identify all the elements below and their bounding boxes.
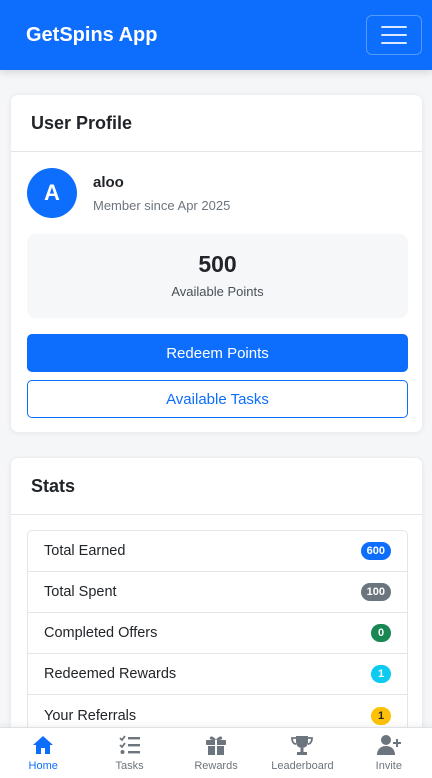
- tasks-icon: [118, 735, 140, 754]
- app-title[interactable]: GetSpins App: [26, 24, 157, 47]
- profile-card-title: User Profile: [11, 95, 422, 152]
- stat-label: Redeemed Rewards: [44, 666, 177, 682]
- profile-info: A aloo Member since Apr 2025: [27, 168, 230, 218]
- points-value: 500: [198, 251, 237, 277]
- username: aloo: [93, 173, 124, 191]
- stat-badge: 1: [371, 706, 391, 725]
- stat-row-completed-offers: Completed Offers 0: [28, 613, 407, 654]
- available-tasks-button[interactable]: Available Tasks: [27, 380, 408, 418]
- stat-row-redeemed-rewards: Redeemed Rewards 1: [28, 654, 407, 695]
- top-navbar: GetSpins App: [0, 0, 432, 70]
- stat-label: Completed Offers: [44, 625, 158, 641]
- stat-label: Total Earned: [44, 543, 126, 559]
- nav-item-home[interactable]: Home: [0, 728, 86, 778]
- nav-label: Rewards: [194, 760, 238, 772]
- home-icon: [33, 736, 54, 754]
- nav-item-leaderboard[interactable]: Leaderboard: [259, 728, 345, 778]
- nav-item-invite[interactable]: Invite: [346, 728, 432, 778]
- stats-list: Total Earned 600 Total Spent 100 Complet…: [27, 530, 408, 737]
- user-plus-icon: [376, 735, 401, 755]
- user-profile-card: User Profile A aloo Member since Apr 202…: [10, 94, 423, 433]
- nav-label: Invite: [375, 760, 402, 772]
- stat-label: Total Spent: [44, 584, 117, 600]
- stat-badge: 100: [360, 583, 391, 601]
- redeem-points-button[interactable]: Redeem Points: [27, 334, 408, 372]
- stat-row-total-spent: Total Spent 100: [28, 572, 407, 613]
- member-since: Member since Apr 2025: [93, 197, 231, 213]
- menu-toggle-button[interactable]: [366, 15, 422, 55]
- stat-badge: 1: [371, 665, 391, 683]
- trophy-icon: [291, 736, 314, 755]
- nav-item-rewards[interactable]: Rewards: [173, 728, 259, 778]
- stat-badge: 0: [371, 624, 391, 642]
- stat-label: Your Referrals: [44, 707, 137, 724]
- gift-icon: [206, 736, 227, 755]
- nav-label: Tasks: [115, 760, 144, 772]
- nav-item-tasks[interactable]: Tasks: [86, 728, 172, 778]
- hamburger-icon: [381, 26, 407, 28]
- nav-label: Home: [28, 760, 58, 772]
- bottom-nav: Home Tasks Rewards Leaderboard Invite: [0, 727, 432, 778]
- avatar: A: [27, 168, 77, 218]
- points-label: Available Points: [171, 284, 264, 299]
- points-box: 500 Available Points: [27, 234, 408, 318]
- stat-badge: 600: [360, 542, 391, 560]
- stat-row-total-earned: Total Earned 600: [28, 531, 407, 572]
- stats-card-title: Stats: [11, 458, 422, 515]
- nav-label: Leaderboard: [271, 760, 334, 772]
